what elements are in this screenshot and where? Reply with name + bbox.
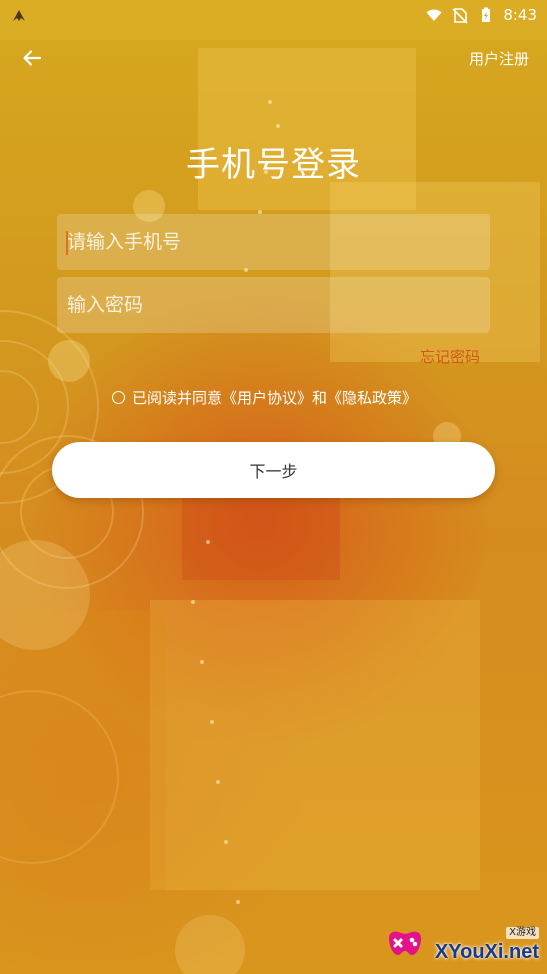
background-blob [175,915,245,974]
background-dot [210,720,214,724]
arrow-left-icon [23,50,42,66]
agreement-prefix: 已阅读并同意 [132,389,223,407]
background-dot [276,124,280,128]
forgot-password-link[interactable]: 忘记密码 [420,346,480,367]
gamepad-logo-icon [388,931,421,955]
status-bar: 8:43 [0,0,547,30]
background-dot [224,840,228,844]
no-sim-icon [452,8,468,24]
wifi-icon [426,9,442,21]
notification-app-icon [13,10,25,21]
background-dot [200,660,204,664]
privacy-policy-link[interactable]: 《隐私政策》 [327,387,417,408]
status-icons: 8:43 [425,5,537,25]
page-title: 手机号登录 [186,145,361,185]
watermark-small-text: X游戏 [506,926,539,939]
agreement-row: 已阅读并同意 《用户协议》 和 《隐私政策》 [112,387,417,408]
user-agreement-link[interactable]: 《用户协议》 [222,387,312,408]
back-button[interactable] [16,42,48,74]
next-button[interactable]: 下一步 [52,442,495,498]
watermark-text: XYouXi.net [434,940,539,963]
status-time: 8:43 [503,6,537,24]
background-dot [191,600,195,604]
password-input-container [57,277,490,333]
register-link[interactable]: 用户注册 [469,48,529,69]
background-block [330,182,540,362]
phone-input-container [57,214,490,270]
background-dot [216,780,220,784]
background-dot [206,540,210,544]
phone-input[interactable] [67,214,480,270]
background-dot [236,900,240,904]
password-input[interactable] [67,277,480,333]
watermark: X游戏 XYouXi.net [381,924,539,964]
background-block [150,600,480,890]
text-caret [66,231,68,255]
agreement-joiner: 和 [312,389,328,407]
background-blob [48,340,90,382]
battery-icon [482,7,491,22]
watermark-text-group: X游戏 XYouXi.net [434,926,539,963]
background-dot [268,100,272,104]
agreement-radio[interactable] [112,391,125,404]
agreement-text: 已阅读并同意 《用户协议》 和 《隐私政策》 [132,387,417,408]
